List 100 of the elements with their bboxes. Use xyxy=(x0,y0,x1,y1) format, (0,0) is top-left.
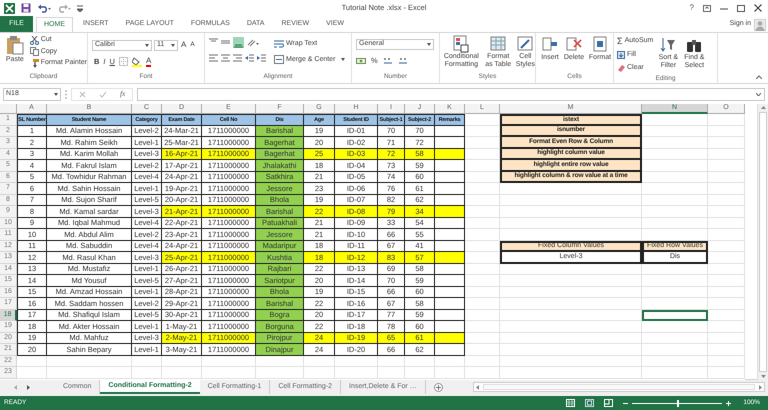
empty-cell[interactable] xyxy=(708,126,745,137)
empty-cell[interactable] xyxy=(642,321,708,332)
empty-cell[interactable] xyxy=(642,356,708,367)
empty-cell[interactable] xyxy=(708,286,745,298)
empty-cell[interactable] xyxy=(335,356,378,367)
zoom-out-icon[interactable] xyxy=(623,400,628,406)
font-color-button[interactable]: A xyxy=(146,56,152,67)
empty-cell[interactable] xyxy=(405,367,435,378)
empty-cell[interactable] xyxy=(335,367,378,378)
empty-cell[interactable] xyxy=(708,298,745,310)
fill-color-icon[interactable] xyxy=(132,56,142,67)
empty-cell[interactable] xyxy=(708,206,745,218)
empty-cell[interactable] xyxy=(708,137,745,148)
empty-cell[interactable] xyxy=(256,356,304,367)
drag-handle-icon[interactable] xyxy=(65,90,67,98)
undo-icon[interactable] xyxy=(37,3,51,13)
empty-cell[interactable] xyxy=(642,344,708,356)
horizontal-scrollbar[interactable] xyxy=(473,382,765,392)
empty-cell[interactable] xyxy=(708,194,745,206)
vertical-scrollbar[interactable] xyxy=(757,104,768,380)
maximize-icon[interactable] xyxy=(737,4,745,12)
scroll-up-icon[interactable] xyxy=(760,106,766,109)
select-all-button[interactable] xyxy=(0,104,17,114)
empty-cell[interactable] xyxy=(500,183,642,194)
customize-toolbar-icon[interactable] xyxy=(77,4,83,12)
previous-sheet-icon[interactable] xyxy=(14,384,17,390)
collapse-ribbon-icon[interactable] xyxy=(756,75,762,79)
empty-cell[interactable] xyxy=(708,275,745,286)
empty-cell[interactable] xyxy=(642,298,708,310)
empty-cell[interactable] xyxy=(500,206,642,218)
empty-cell[interactable] xyxy=(708,321,745,332)
empty-cell[interactable] xyxy=(500,264,642,275)
decrease-decimal-icon[interactable] xyxy=(398,56,408,65)
formula-input-field[interactable] xyxy=(137,88,765,100)
user-avatar-icon[interactable] xyxy=(754,19,766,31)
active-cell[interactable] xyxy=(642,310,708,321)
empty-cell[interactable] xyxy=(708,218,745,229)
empty-cell[interactable] xyxy=(708,264,745,275)
scroll-left-icon[interactable] xyxy=(476,384,479,390)
scroll-down-icon[interactable] xyxy=(760,375,766,378)
empty-cell[interactable] xyxy=(642,275,708,286)
empty-cell[interactable] xyxy=(304,367,335,378)
empty-cell[interactable] xyxy=(708,148,745,160)
align-left-icon[interactable] xyxy=(209,54,218,63)
empty-cell[interactable] xyxy=(500,275,642,286)
decrease-indent-icon[interactable] xyxy=(245,54,254,63)
zoom-in-icon[interactable] xyxy=(726,400,732,406)
empty-cell[interactable] xyxy=(500,321,642,332)
empty-cell[interactable] xyxy=(708,356,745,367)
empty-cell[interactable] xyxy=(202,367,256,378)
empty-cell[interactable] xyxy=(708,367,745,378)
empty-cell[interactable] xyxy=(132,367,162,378)
close-icon[interactable] xyxy=(754,4,762,12)
empty-cell[interactable] xyxy=(378,367,405,378)
empty-cell[interactable] xyxy=(202,356,256,367)
empty-cell[interactable] xyxy=(500,332,642,344)
normal-view-icon[interactable] xyxy=(566,399,576,407)
increase-font-button[interactable]: A xyxy=(180,39,188,51)
empty-cell[interactable] xyxy=(500,367,642,378)
empty-cell[interactable] xyxy=(708,160,745,172)
increase-decimal-icon[interactable] xyxy=(382,56,393,65)
empty-cell[interactable] xyxy=(256,367,304,378)
empty-cell[interactable] xyxy=(708,310,745,321)
cancel-icon[interactable] xyxy=(78,90,86,98)
ribbon-display-icon[interactable] xyxy=(703,4,711,12)
empty-cell[interactable] xyxy=(47,367,132,378)
empty-cell[interactable] xyxy=(708,332,745,344)
align-bottom-icon[interactable] xyxy=(233,37,244,48)
empty-cell[interactable] xyxy=(500,218,642,229)
empty-cell[interactable] xyxy=(132,356,162,367)
empty-cell[interactable] xyxy=(500,310,642,321)
add-sheet-icon[interactable] xyxy=(434,383,443,392)
empty-cell[interactable] xyxy=(500,286,642,298)
empty-cell[interactable] xyxy=(708,114,745,126)
empty-cell[interactable] xyxy=(500,298,642,310)
save-icon[interactable] xyxy=(21,3,31,13)
orientation-icon[interactable] xyxy=(247,38,259,47)
empty-cell[interactable] xyxy=(642,218,708,229)
align-center-icon[interactable] xyxy=(221,54,230,63)
next-sheet-icon[interactable] xyxy=(27,384,30,390)
empty-cell[interactable] xyxy=(642,286,708,298)
empty-cell[interactable] xyxy=(378,356,405,367)
empty-cell[interactable] xyxy=(708,344,745,356)
empty-cell[interactable] xyxy=(500,356,642,367)
empty-cell[interactable] xyxy=(642,194,708,206)
empty-cell[interactable] xyxy=(642,183,708,194)
empty-cell[interactable] xyxy=(708,172,745,183)
page-layout-icon[interactable] xyxy=(585,399,594,407)
empty-cell[interactable] xyxy=(435,356,465,367)
empty-cell[interactable] xyxy=(405,356,435,367)
empty-cell[interactable] xyxy=(465,367,500,378)
empty-cell[interactable] xyxy=(642,206,708,218)
empty-cell[interactable] xyxy=(162,356,202,367)
empty-cell[interactable] xyxy=(162,367,202,378)
confirm-icon[interactable] xyxy=(98,90,107,98)
help-button[interactable]: ? xyxy=(690,2,694,14)
empty-cell[interactable] xyxy=(500,194,642,206)
empty-cell[interactable] xyxy=(642,264,708,275)
spreadsheet-logo-icon[interactable] xyxy=(4,2,15,14)
empty-cell[interactable] xyxy=(500,344,642,356)
